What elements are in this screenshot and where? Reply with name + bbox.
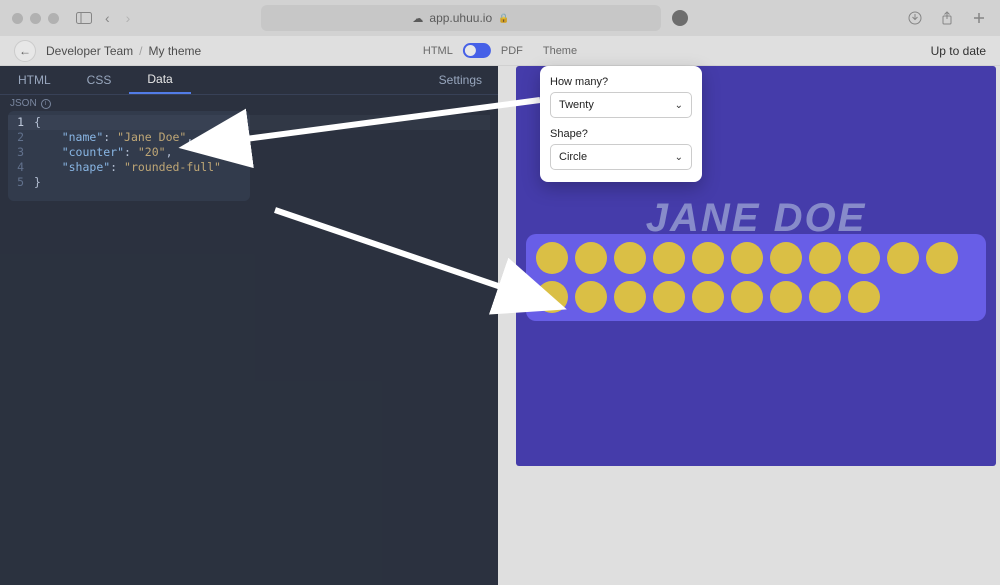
form-panel: How many? Twenty ⌄ Shape? Circle ⌄ <box>540 66 702 182</box>
site-identity-icon: ☁︎ <box>412 12 423 25</box>
code-line[interactable]: 1{ <box>8 115 490 130</box>
new-tab-icon[interactable] <box>970 9 988 27</box>
json-label: JSON i <box>0 95 498 109</box>
counter-dot <box>692 281 724 313</box>
traffic-close-icon[interactable] <box>12 13 23 24</box>
chevron-down-icon: ⌄ <box>675 100 683 111</box>
counter-dot <box>536 242 568 274</box>
shape-label: Shape? <box>550 128 692 140</box>
counter-dot <box>536 281 568 313</box>
address-bar[interactable]: ☁︎ app.uhuu.io 🔒 <box>261 5 661 31</box>
counter-dot <box>848 281 880 313</box>
counter-dot <box>731 242 763 274</box>
tab-data[interactable]: Data <box>129 66 190 94</box>
counter-dot <box>770 281 802 313</box>
tab-css[interactable]: CSS <box>69 66 130 94</box>
counter-dot <box>653 242 685 274</box>
traffic-max-icon[interactable] <box>48 13 59 24</box>
share-icon[interactable] <box>938 9 956 27</box>
breadcrumb-team[interactable]: Developer Team <box>46 44 133 58</box>
shape-select[interactable]: Circle ⌄ <box>550 144 692 170</box>
howmany-value: Twenty <box>559 99 594 111</box>
lock-icon: 🔒 <box>498 13 509 24</box>
breadcrumb-theme[interactable]: My theme <box>149 44 202 58</box>
traffic-min-icon[interactable] <box>30 13 41 24</box>
counter-dot <box>926 242 958 274</box>
counter-dot <box>731 281 763 313</box>
tab-settings[interactable]: Settings <box>423 66 498 94</box>
address-url: app.uhuu.io <box>429 11 492 25</box>
tab-html[interactable]: HTML <box>0 66 69 94</box>
counter-dot <box>809 242 841 274</box>
theme-link[interactable]: Theme <box>543 45 577 57</box>
nav-forward-icon: › <box>122 10 135 26</box>
app-header: ← Developer Team / My theme HTML PDF The… <box>0 36 1000 66</box>
code-line[interactable]: 2 "name": "Jane Doe", <box>8 130 490 145</box>
info-icon[interactable]: i <box>41 99 51 109</box>
counter-dot <box>887 242 919 274</box>
counter-dot <box>848 242 880 274</box>
counter-dot <box>614 242 646 274</box>
browser-toolbar: ‹ › ☁︎ app.uhuu.io 🔒 <box>0 0 1000 36</box>
sync-status: Up to date <box>931 44 986 58</box>
reader-icon[interactable] <box>672 10 688 26</box>
howmany-label: How many? <box>550 76 692 88</box>
html-pdf-toggle[interactable] <box>463 43 491 58</box>
download-icon[interactable] <box>906 9 924 27</box>
code-line[interactable]: 4 "shape": "rounded-full" <box>8 160 490 175</box>
counter-dot <box>653 281 685 313</box>
code-editor[interactable]: 1{2 "name": "Jane Doe",3 "counter": "20"… <box>8 111 490 194</box>
breadcrumb-sep: / <box>139 44 142 58</box>
editor-pane: HTML CSS Data Settings JSON i 1{2 "name"… <box>0 66 498 585</box>
back-button[interactable]: ← <box>14 40 36 62</box>
howmany-select[interactable]: Twenty ⌄ <box>550 92 692 118</box>
counter-dot <box>770 242 802 274</box>
counter-dot <box>575 281 607 313</box>
chevron-down-icon: ⌄ <box>675 152 683 163</box>
counter-dot <box>575 242 607 274</box>
pdf-mode-label[interactable]: PDF <box>501 45 523 57</box>
view-mode-controls: HTML PDF Theme <box>423 43 577 58</box>
html-mode-label[interactable]: HTML <box>423 45 453 57</box>
code-line[interactable]: 3 "counter": "20", <box>8 145 490 160</box>
counter-dot <box>809 281 841 313</box>
dots-container <box>526 234 986 321</box>
editor-tabs: HTML CSS Data Settings <box>0 66 498 95</box>
code-line[interactable]: 5} <box>8 175 490 190</box>
counter-dot <box>614 281 646 313</box>
counter-dot <box>692 242 724 274</box>
window-traffic-lights <box>12 13 59 24</box>
nav-back-icon[interactable]: ‹ <box>101 10 114 26</box>
sidebar-toggle-icon[interactable] <box>75 9 93 27</box>
shape-value: Circle <box>559 151 587 163</box>
